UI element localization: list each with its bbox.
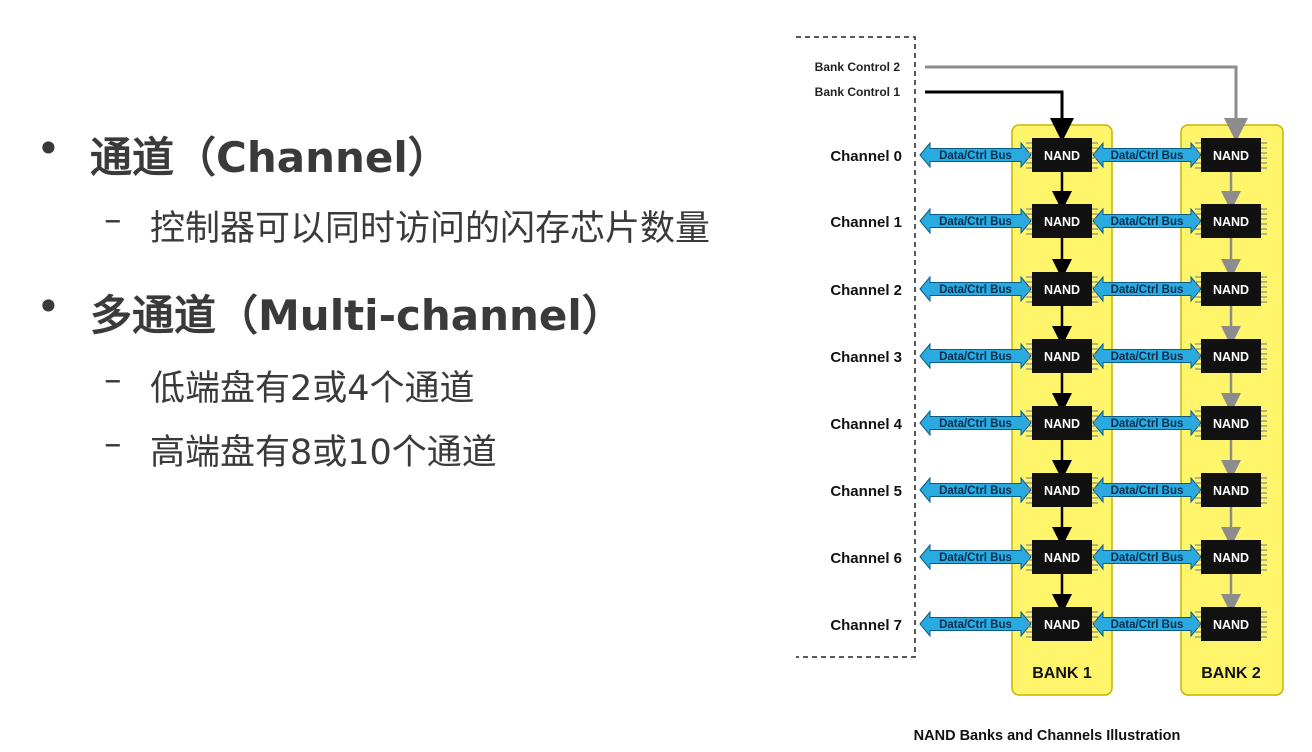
data-ctrl-bus-label: Data/Ctrl Bus	[939, 418, 1012, 430]
data-ctrl-bus-label: Data/Ctrl Bus	[939, 284, 1012, 296]
bank-control-2-label: Bank Control 2	[815, 60, 901, 74]
data-ctrl-bus-label: Data/Ctrl Bus	[939, 552, 1012, 564]
nand-chip-label: NAND	[1213, 484, 1249, 498]
channel-label: Channel 5	[830, 483, 902, 500]
channel-label: Channel 0	[830, 148, 902, 165]
nand-chip-label: NAND	[1213, 215, 1249, 229]
data-ctrl-bus-label: Data/Ctrl Bus	[1111, 619, 1184, 631]
nand-chip-label: NAND	[1044, 350, 1080, 364]
channel-label: Channel 4	[830, 416, 902, 433]
data-ctrl-bus-label: Data/Ctrl Bus	[1111, 216, 1184, 228]
data-ctrl-bus-label: Data/Ctrl Bus	[939, 150, 1012, 162]
data-ctrl-bus-label: Data/Ctrl Bus	[1111, 351, 1184, 363]
data-ctrl-bus-label: Data/Ctrl Bus	[1111, 485, 1184, 497]
data-ctrl-bus-label: Data/Ctrl Bus	[1111, 418, 1184, 430]
data-ctrl-bus-label: Data/Ctrl Bus	[939, 351, 1012, 363]
data-ctrl-bus-label: Data/Ctrl Bus	[939, 485, 1012, 497]
data-ctrl-bus-label: Data/Ctrl Bus	[1111, 284, 1184, 296]
data-ctrl-bus-label: Data/Ctrl Bus	[1111, 552, 1184, 564]
nand-chip-label: NAND	[1044, 149, 1080, 163]
channel-label: Channel 3	[830, 349, 902, 366]
nand-chip-label: NAND	[1213, 551, 1249, 565]
nand-chip-label: NAND	[1044, 618, 1080, 632]
bank-2-label: BANK 2	[1201, 665, 1261, 682]
nand-chip-label: NAND	[1213, 350, 1249, 364]
data-ctrl-bus-label: Data/Ctrl Bus	[939, 216, 1012, 228]
nand-diagram: Bank Control 2 Bank Control 1 Channel 0 Dat…	[796, 36, 1284, 744]
nand-chip-label: NAND	[1213, 283, 1249, 297]
nand-chip-label: NAND	[1044, 551, 1080, 565]
nand-chip-label: NAND	[1044, 484, 1080, 498]
data-ctrl-bus-label: Data/Ctrl Bus	[1111, 150, 1184, 162]
nand-chip-label: NAND	[1213, 149, 1249, 163]
data-ctrl-bus-label: Data/Ctrl Bus	[939, 619, 1012, 631]
channel-label: Channel 7	[830, 617, 902, 634]
bank-1-label: BANK 1	[1032, 665, 1092, 682]
nand-chip-label: NAND	[1213, 417, 1249, 431]
diagram-caption: NAND Banks and Channels Illustration	[914, 728, 1181, 744]
channel-label: Channel 1	[830, 214, 902, 231]
bank-control-1-label: Bank Control 1	[815, 85, 901, 99]
nand-chip-label: NAND	[1213, 618, 1249, 632]
nand-chip-label: NAND	[1044, 417, 1080, 431]
nand-chip-label: NAND	[1044, 283, 1080, 297]
channel-label: Channel 2	[830, 282, 902, 299]
channel-label: Channel 6	[830, 550, 902, 567]
nand-chip-label: NAND	[1044, 215, 1080, 229]
bank-control-2-line	[925, 65, 1248, 142]
